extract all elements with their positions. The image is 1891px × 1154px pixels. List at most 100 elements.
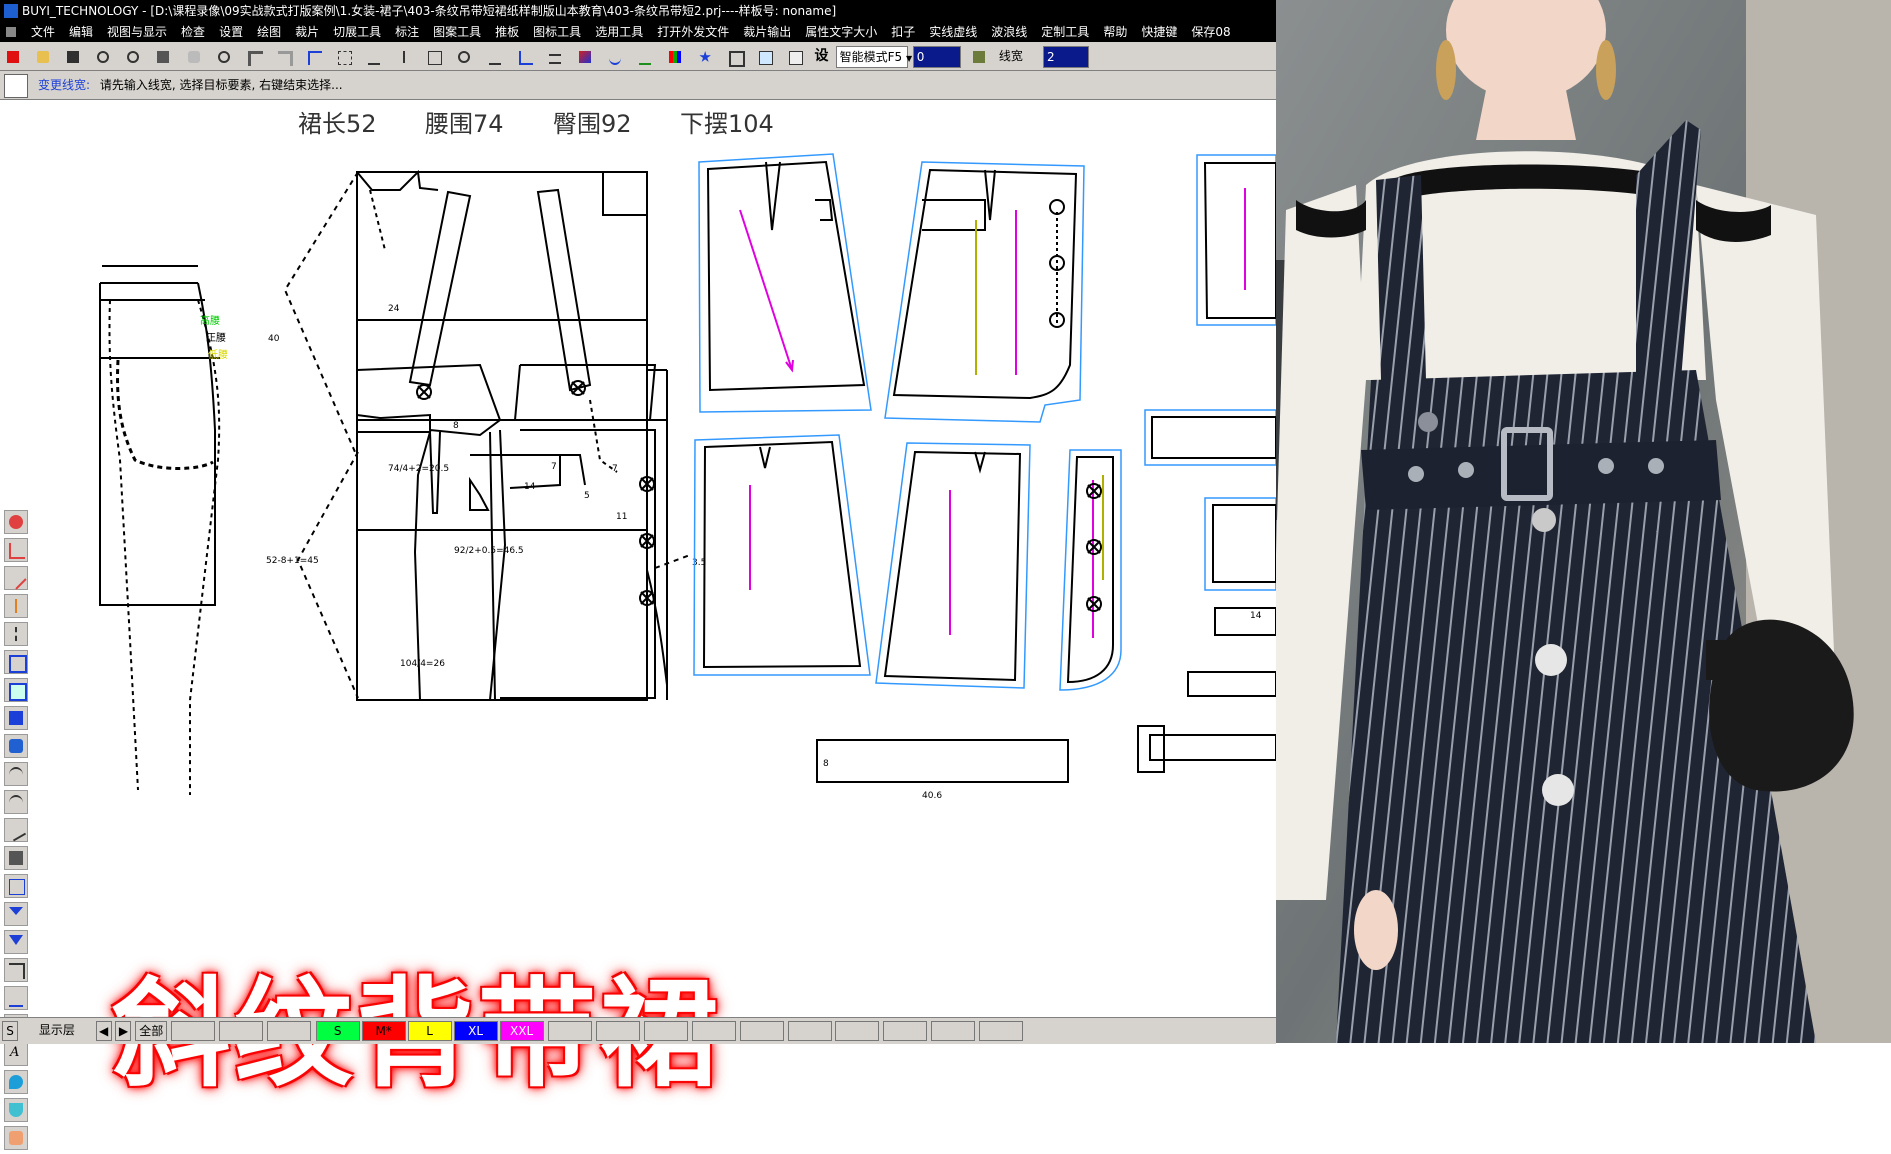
line-width-input[interactable]: 2 (1043, 46, 1089, 68)
layer-slot-empty[interactable] (644, 1021, 689, 1041)
save-file-icon[interactable] (63, 47, 83, 67)
menu-item[interactable]: 文件 (31, 25, 55, 39)
menu-item[interactable]: 属性文字大小 (805, 25, 877, 39)
pen-icon[interactable] (575, 47, 595, 67)
funnel-tool-icon[interactable] (4, 902, 28, 926)
arc-tool-icon[interactable] (4, 790, 28, 814)
triangle-tool-icon[interactable] (4, 930, 28, 954)
s-button[interactable]: S (2, 1021, 18, 1041)
menu-item[interactable]: 标注 (395, 25, 419, 39)
size-swatch[interactable]: S (315, 1021, 360, 1041)
zoom-window-icon[interactable] (214, 47, 234, 67)
layer-slot-empty[interactable] (883, 1021, 928, 1041)
menu-item[interactable]: 视图与显示 (107, 25, 167, 39)
layer-slot-empty[interactable] (691, 1021, 736, 1041)
menu-item[interactable]: 实线虚线 (929, 25, 977, 39)
text-tool-icon[interactable]: A (4, 1042, 28, 1066)
rotate-icon[interactable] (454, 47, 474, 67)
menu-item[interactable]: 绘图 (257, 25, 281, 39)
step-tool-icon[interactable] (4, 958, 28, 982)
layer-slot-empty[interactable] (739, 1021, 784, 1041)
line-tool-icon[interactable] (4, 566, 28, 590)
system-menu-icon[interactable] (6, 27, 16, 37)
all-layers-button[interactable]: 全部 (135, 1021, 168, 1041)
menu-item[interactable]: 裁片 (295, 25, 319, 39)
piece-icon[interactable] (755, 47, 775, 67)
layer-slot-empty[interactable] (931, 1021, 976, 1041)
confirm-icon[interactable] (969, 47, 989, 67)
menu-item[interactable]: 波浪线 (991, 25, 1027, 39)
menu-item[interactable]: 裁片输出 (743, 25, 791, 39)
menu-item[interactable]: 检查 (181, 25, 205, 39)
layer-slot-empty[interactable] (548, 1021, 593, 1041)
menu-item[interactable]: 扣子 (891, 25, 915, 39)
divider-icon[interactable] (4, 622, 28, 646)
size-swatch[interactable]: M* (361, 1021, 406, 1041)
size-swatch[interactable]: XXL (499, 1021, 544, 1041)
measure-icon[interactable] (635, 47, 655, 67)
chevron-right-icon[interactable]: ▶ (115, 1021, 132, 1041)
color-palette-icon[interactable] (665, 47, 685, 67)
grade-icon[interactable] (785, 47, 805, 67)
menu-item[interactable]: 编辑 (69, 25, 93, 39)
menu-item[interactable]: 设置 (219, 25, 243, 39)
mode-select[interactable]: 智能模式F5 ▼ (835, 46, 912, 68)
size-swatch[interactable]: XL (453, 1021, 498, 1041)
slope-tool-icon[interactable] (4, 818, 28, 842)
zoom-out-icon[interactable] (93, 47, 113, 67)
settings-shortcut-label[interactable]: 设 (815, 47, 829, 65)
vertical-line-icon[interactable] (4, 594, 28, 618)
move-icon[interactable] (334, 47, 354, 67)
drop-tool-icon[interactable] (4, 1070, 28, 1094)
help-tool-icon[interactable] (4, 706, 28, 730)
numeric-input[interactable]: 0 (912, 46, 961, 68)
level-tool-icon[interactable] (4, 986, 28, 1010)
select-arrow-icon[interactable] (304, 47, 324, 67)
point-tool-icon[interactable] (4, 510, 28, 534)
align-icon[interactable] (364, 47, 384, 67)
drawing-canvas[interactable]: 裙长52 腰围74 臀围92 下摆104 高腰 正腰 低腰 40 24 8 74… (0, 100, 1277, 1150)
mirror-icon[interactable] (424, 47, 444, 67)
layer-slot-empty[interactable] (266, 1021, 311, 1041)
star-icon[interactable] (695, 47, 715, 67)
layer-slot-empty[interactable] (978, 1021, 1023, 1041)
menu-item[interactable]: 图标工具 (533, 25, 581, 39)
curve-tool-icon[interactable] (4, 762, 28, 786)
open-file-icon[interactable] (33, 47, 53, 67)
hand-tool-icon[interactable] (4, 1126, 28, 1150)
pan-hand-icon[interactable] (184, 47, 204, 67)
ruler-tool-icon[interactable] (4, 874, 28, 898)
menu-item[interactable]: 推板 (495, 25, 519, 39)
redo-icon[interactable] (274, 47, 294, 67)
layer-slot-empty[interactable] (171, 1021, 216, 1041)
zoom-in-icon[interactable] (123, 47, 143, 67)
curve-icon[interactable] (605, 47, 625, 67)
new-file-icon[interactable] (3, 47, 23, 67)
menu-item[interactable]: 保存08 (1191, 25, 1230, 39)
menu-item[interactable]: 打开外发文件 (657, 25, 729, 39)
undo-icon[interactable] (244, 47, 264, 67)
angle-icon[interactable] (515, 47, 535, 67)
shape-tool-icon[interactable] (4, 538, 28, 562)
size-swatch[interactable]: L (407, 1021, 452, 1041)
shield-tool-icon[interactable] (4, 1098, 28, 1122)
fork-icon[interactable] (485, 47, 505, 67)
layer-slot-empty[interactable] (596, 1021, 641, 1041)
notch-icon[interactable] (725, 47, 746, 67)
menu-item[interactable]: 快捷键 (1141, 25, 1177, 39)
parallel-icon[interactable] (545, 47, 565, 67)
frame-tool-icon[interactable] (4, 678, 28, 702)
menu-item[interactable]: 定制工具 (1041, 25, 1089, 39)
layer-slot-empty[interactable] (787, 1021, 832, 1041)
fill-tool-icon[interactable] (4, 734, 28, 758)
menu-item[interactable]: 帮助 (1103, 25, 1127, 39)
layer-slot-empty[interactable] (835, 1021, 880, 1041)
menu-item[interactable]: 选用工具 (595, 25, 643, 39)
chevron-left-icon[interactable]: ◀ (95, 1021, 112, 1041)
menu-item[interactable]: 图案工具 (433, 25, 481, 39)
save-block-icon[interactable] (4, 846, 28, 870)
rectangle-tool-icon[interactable] (4, 650, 28, 674)
menu-item[interactable]: 切展工具 (333, 25, 381, 39)
cross-icon[interactable] (394, 47, 414, 67)
layer-slot-empty[interactable] (218, 1021, 263, 1041)
